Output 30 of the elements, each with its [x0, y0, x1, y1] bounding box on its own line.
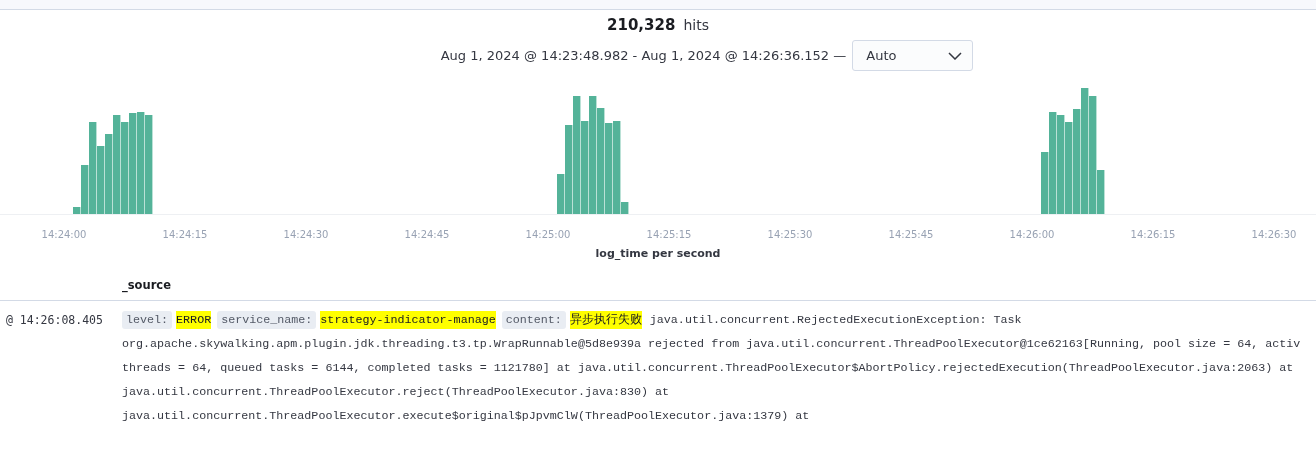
column-header: _source [122, 278, 171, 292]
axis-tick-label: 14:25:45 [888, 229, 934, 240]
field-value: strategy-indicator-manage [320, 311, 496, 329]
log-text: java.util.concurrent.RejectedExecutionException: Task [649, 312, 1022, 329]
axis-tick-label: 14:26:15 [1130, 229, 1176, 240]
log-text: java.util.concurrent.ThreadPoolExecutor.execute$original$pJpvmClW(ThreadPoolExecutor.java:1379) at [122, 408, 811, 425]
axis-tick-label: 14:24:15 [162, 229, 208, 240]
axis-tick-label: 14:24:30 [283, 229, 329, 240]
hits-count: 210,328 [607, 16, 676, 34]
axis-tick-label: 14:24:00 [41, 229, 87, 240]
axis-tick-label: 14:25:15 [646, 229, 692, 240]
field-value: 异步执行失败 [569, 311, 642, 329]
field-key: service_name: [217, 311, 317, 329]
time-range: Aug 1, 2024 @ 14:23:48.982 - Aug 1, 2024 @ 14:26:36.152 — [440, 48, 847, 63]
log-text: org.apache.skywalking.apm.plugin.jdk.threading.t3.tp.WrapRunnable@5d8e939a rejected from java.util.concurrent.ThreadPoolExecutor@1ce62163[Running, pool size = 64, activ [122, 336, 1301, 353]
field-value: ERROR [176, 311, 212, 329]
axis-tick-label: 14:26:00 [1009, 229, 1055, 240]
timestamp-cell-text: @ 14:26:08.405 [5, 312, 104, 329]
log-text: threads = 64, queued tasks = 6144, completed tasks = 1121780] at java.util.concurrent.ThreadPoolExecutor$AbortPolicy.rejectedExecution(ThreadPoolExecutor.java:2063) at [122, 360, 1295, 377]
chevron-down-icon [948, 51, 963, 60]
axis-title: log_time per second [594, 247, 722, 262]
field-key: level: [122, 311, 173, 329]
axis-tick-label: 14:25:30 [767, 229, 813, 240]
hits-label: hits [683, 17, 709, 33]
axis-tick-label: 14:26:30 [1251, 229, 1297, 240]
axis-tick-label: 14:25:00 [525, 229, 571, 240]
log-text: java.util.concurrent.ThreadPoolExecutor.reject(ThreadPoolExecutor.java:830) at [122, 384, 671, 401]
field-key: content: [501, 311, 566, 329]
interval-select[interactable]: Auto [852, 40, 974, 71]
axis-tick-label: 14:24:45 [404, 229, 450, 240]
